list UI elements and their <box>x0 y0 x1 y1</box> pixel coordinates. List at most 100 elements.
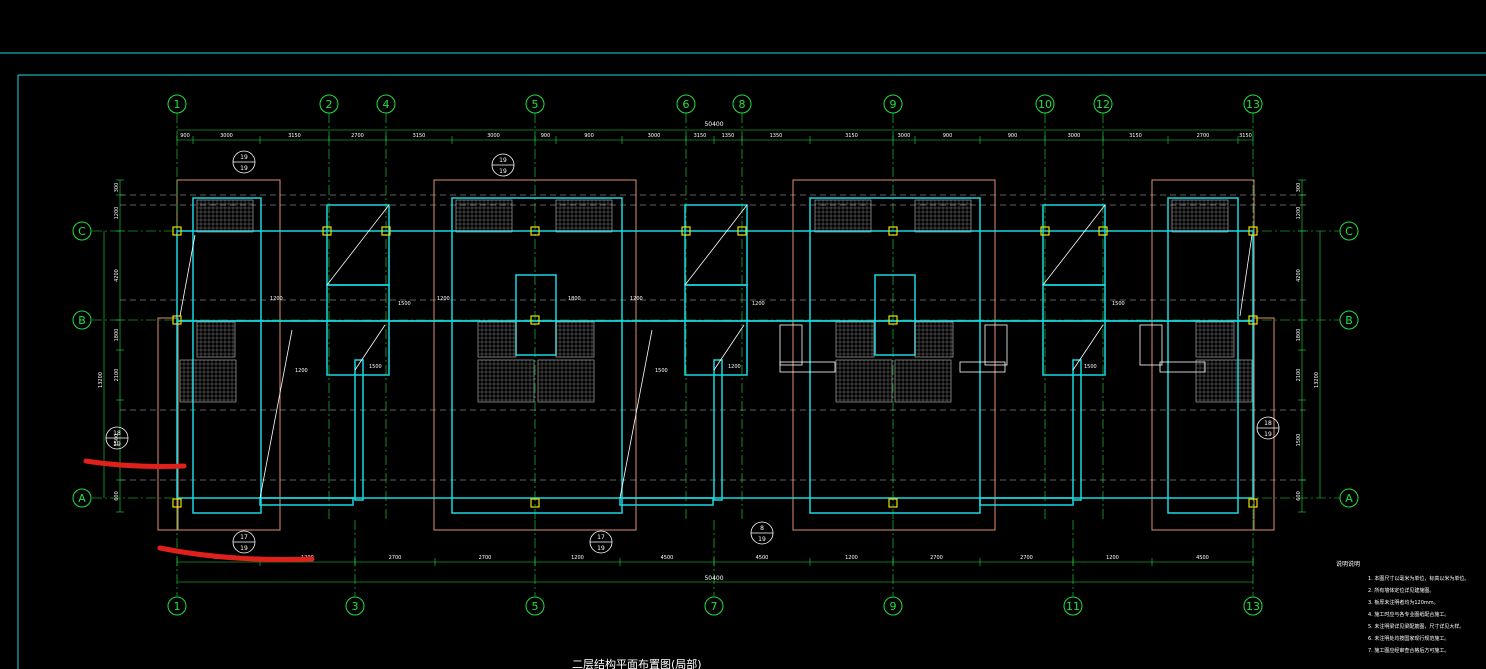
top-dim-label-13: 3000 <box>898 133 911 139</box>
general-notes: 说明说明 1. 本图尺寸以毫米为单位，标高以米为单位。 2. 所有墙体定位详见建施… <box>1336 560 1469 654</box>
left-dim-label-2: 4200 <box>114 269 120 282</box>
stair-diagonal-0 <box>326 204 390 286</box>
duct-shaft-0 <box>515 274 557 356</box>
axis-bubble-top-10-label: 10 <box>1038 98 1052 111</box>
top-dim-label-12: 3150 <box>845 133 858 139</box>
note-line-4: 5. 未注明梁详见梁配筋图，尺寸详见大样。 <box>1368 623 1464 630</box>
interior-dim-7: 1200 <box>295 368 308 374</box>
axis-bubble-top-2-label: 2 <box>326 98 333 111</box>
bottom-dim-label-6: 4500 <box>756 555 769 561</box>
axis-bubble-bottom-3-label: 3 <box>352 600 359 613</box>
axis-bubble-top-13-label: 13 <box>1246 98 1260 111</box>
axis-bubble-top-4-label: 4 <box>383 98 390 111</box>
axis-bubble-bottom-7-label: 7 <box>711 600 718 613</box>
detail-ref-5-number: 8 <box>760 525 764 532</box>
hatch-panel-10 <box>914 321 954 358</box>
right-dim-label-2: 4200 <box>1296 269 1302 282</box>
beam-tag-box-0 <box>779 324 803 366</box>
note-line-3: 4. 施工时应与各专业图纸配合施工。 <box>1368 611 1449 618</box>
detail-ref-1-number: 19 <box>499 157 507 164</box>
wall-segment-0 <box>259 497 354 506</box>
detail-ref-6-number: 18 <box>1264 420 1272 427</box>
detail-ref-5-sheet: 19 <box>758 536 766 543</box>
right-dim-label-0: 300 <box>1296 183 1302 193</box>
detail-ref-2-number: 18 <box>113 430 121 437</box>
detail-ref-0-sheet: 19 <box>240 165 248 172</box>
axis-bubble-bottom-5-label: 5 <box>532 600 539 613</box>
top-dim-label-11: 1350 <box>770 133 783 139</box>
cad-drawing: 900 3000 3150 2700 3150 3000 900 900 3000 3150 135… <box>0 52 1486 669</box>
duct-shaft-1 <box>874 274 916 356</box>
axis-gridlines <box>92 113 1340 596</box>
note-line-6: 7. 施工图应经审查合格后方可施工。 <box>1368 647 1449 654</box>
detail-ref-3-number: 17 <box>240 534 248 541</box>
beam-tag-box-5 <box>1159 361 1206 373</box>
top-dim-label-2: 3150 <box>288 133 301 139</box>
top-dim-label-15: 900 <box>1008 133 1018 139</box>
wall-segment-2 <box>979 497 1074 506</box>
detail-ref-2-sheet: 19 <box>113 441 121 448</box>
wall-segment-1 <box>619 497 714 506</box>
left-dim-label-4: 2100 <box>114 369 120 382</box>
left-dim-label-0: 300 <box>114 183 120 193</box>
dimension-lines: 900 3000 3150 2700 3150 3000 900 900 3000 3150 135… <box>98 121 1321 583</box>
left-total-dim-label: 13200 <box>98 372 104 388</box>
top-dim-label-16: 3000 <box>1068 133 1081 139</box>
right-dim-label-6: 600 <box>1296 491 1302 501</box>
right-total-dim-label: 13200 <box>1314 372 1320 388</box>
top-dim-label-9: 3150 <box>694 133 707 139</box>
bottom-dim-label-2: 2700 <box>389 555 402 561</box>
wall-segment-3 <box>354 359 364 501</box>
axis-bubble-right-C-label: C <box>1345 225 1353 238</box>
top-dim-label-3: 2700 <box>351 133 364 139</box>
wall-segment-5 <box>1072 359 1082 501</box>
axis-bubble-left-B-label: B <box>78 314 86 327</box>
axis-bubble-right-A-label: A <box>1345 492 1353 505</box>
detail-ref-6-sheet: 19 <box>1264 431 1272 438</box>
note-line-1: 2. 所有墙体定位详见建施图。 <box>1368 587 1434 594</box>
stair-diagonal-2 <box>1042 204 1106 286</box>
axis-bubble-bottom-1-label: 1 <box>174 600 181 613</box>
top-dim-label-18: 2700 <box>1197 133 1210 139</box>
bottom-dim-label-10: 1200 <box>1106 555 1119 561</box>
axis-bubble-bottom-11-label: 11 <box>1066 600 1080 613</box>
wall-band-upper <box>176 230 1254 322</box>
hatch-panel-7 <box>477 321 517 358</box>
stair-core-2 <box>1042 284 1106 376</box>
top-dim-label-5: 3000 <box>487 133 500 139</box>
axis-bubble-top-8-label: 8 <box>739 98 746 111</box>
hatch-panel-11 <box>1195 321 1235 358</box>
left-dim-label-1: 1200 <box>114 207 120 220</box>
red-underline-upper <box>83 458 187 469</box>
axis-bubble-right-B-label: B <box>1345 314 1353 327</box>
hatch-panel-9 <box>835 321 875 358</box>
bottom-dim-label-11: 4500 <box>1196 555 1209 561</box>
bottom-total-dim-label: 50400 <box>704 575 723 582</box>
note-line-0: 1. 本图尺寸以毫米为单位，标高以米为单位。 <box>1368 575 1469 582</box>
interior-dim-2: 1500 <box>398 301 411 307</box>
bottom-dim-label-9: 2700 <box>1020 555 1033 561</box>
interior-dim-11: 1500 <box>1084 364 1097 370</box>
note-line-5: 6. 未注明处均按国家现行规范施工。 <box>1368 635 1449 642</box>
left-dim-label-6: 600 <box>114 491 120 501</box>
wall-unit-3 <box>1167 197 1239 514</box>
left-dim-label-3: 1800 <box>114 329 120 342</box>
stair-core-1 <box>684 284 748 376</box>
interior-dim-6: 1500 <box>1112 301 1125 307</box>
axis-bubble-left-A-label: A <box>78 492 86 505</box>
axis-bubble-left-C-label: C <box>78 225 86 238</box>
bottom-caption: 二层结构平面布置图(局部) <box>572 657 702 669</box>
axis-bubble-bottom-13-label: 13 <box>1246 600 1260 613</box>
wall-unit-0 <box>192 197 262 514</box>
top-dim-label-17: 3150 <box>1129 133 1142 139</box>
bottom-dim-label-4: 1200 <box>571 555 584 561</box>
hatch-panel-6 <box>196 321 236 358</box>
wall-layout <box>176 197 1254 514</box>
top-dim-label-4: 3150 <box>413 133 426 139</box>
bottom-dim-label-8: 2700 <box>930 555 943 561</box>
bottom-dim-label-5: 4500 <box>661 555 674 561</box>
interior-dim-5: 1200 <box>752 301 765 307</box>
detail-ref-4-sheet: 19 <box>597 545 605 552</box>
detail-ref-3-sheet: 19 <box>240 545 248 552</box>
wall-band-lower <box>176 320 1254 499</box>
